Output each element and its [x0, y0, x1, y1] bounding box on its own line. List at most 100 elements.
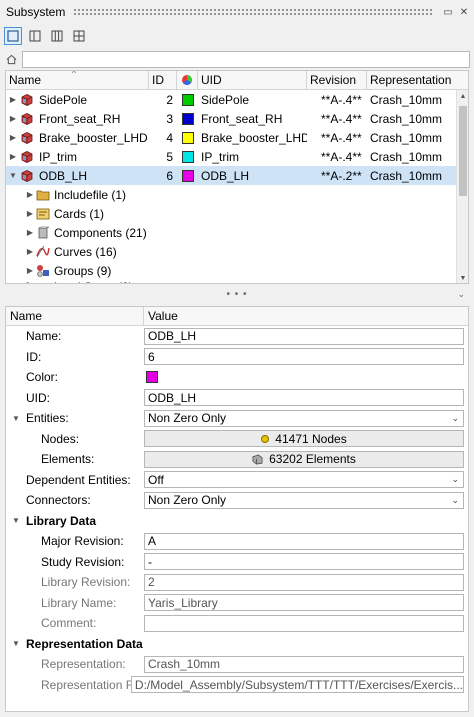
subsystem-icon [20, 169, 34, 183]
home-icon[interactable] [4, 53, 18, 67]
tree-row[interactable]: ▶ IP_trim 5 IP_trim **A-.4** Crash_10mm [6, 147, 468, 166]
split-quad-view-button[interactable] [70, 27, 88, 45]
prop-reprfile-row: Representation Fi... D:/Model_Assembly/S… [6, 675, 468, 696]
splitter-grip-icon[interactable]: • • • [226, 289, 247, 300]
collapse-chevron-icon[interactable]: ⌄ [457, 289, 466, 300]
prop-col-value[interactable]: Value [144, 307, 468, 325]
color-swatch[interactable] [146, 371, 158, 384]
col-color-header[interactable] [177, 71, 198, 89]
panel-drag-grip[interactable] [73, 8, 434, 16]
col-uid-header[interactable]: UID [198, 71, 307, 89]
prop-major-label: Major Revision: [41, 534, 124, 549]
prop-study-label: Study Revision: [41, 554, 125, 569]
expand-arrow-icon[interactable]: ▶ [24, 266, 36, 275]
collapse-entities-icon[interactable]: ▼ [11, 414, 21, 423]
expand-arrow-icon[interactable]: ▶ [8, 114, 18, 123]
tree-child-item[interactable]: ▶ Components (21) [6, 223, 468, 242]
row-uid: ODB_LH [201, 168, 250, 183]
pane-splitter[interactable]: • • • ⌄ [0, 288, 474, 300]
dependent-entities-select[interactable]: Off ⌄ [144, 471, 464, 489]
library-section-title: Library Data [26, 513, 97, 528]
major-revision-field[interactable]: A [144, 532, 464, 550]
col-name-header[interactable]: Name ^ [6, 71, 149, 89]
includefile-icon [36, 188, 50, 201]
single-pane-view-button[interactable] [4, 27, 22, 45]
split-three-view-button[interactable] [48, 27, 66, 45]
row-color-swatch[interactable] [181, 169, 194, 182]
expand-arrow-icon[interactable]: ▶ [8, 152, 18, 161]
prop-repr-label: Representation: [41, 657, 126, 672]
tree-child-item[interactable]: ▶ Groups (9) [6, 261, 468, 280]
collapse-representation-icon[interactable]: ▼ [11, 639, 21, 648]
tree-row[interactable]: ▼ ODB_LH 6 ODB_LH **A-.2** Crash_10mm [6, 166, 468, 185]
expand-arrow-icon[interactable]: ▶ [8, 133, 18, 142]
row-color-swatch[interactable] [181, 131, 194, 144]
connectors-select[interactable]: Non Zero Only ⌄ [144, 491, 464, 509]
row-name: IP_trim [39, 149, 78, 164]
expand-arrow-icon[interactable]: ▶ [24, 280, 36, 283]
nodes-count: 41471 Nodes [275, 431, 347, 446]
prop-color-row: Color: [6, 367, 468, 388]
row-name: ODB_LH [39, 168, 88, 183]
tree-child-label: Curves (16) [54, 244, 117, 259]
row-revision: **A-.4** [321, 149, 362, 164]
row-color-swatch[interactable] [181, 93, 194, 106]
representation-field: Crash_10mm [144, 655, 464, 673]
prop-major-row: Major Revision: A [6, 531, 468, 552]
node-icon [261, 434, 270, 443]
expand-arrow-icon[interactable]: ▶ [24, 228, 36, 237]
tree-child-item[interactable]: ▶ Load Steps (2) [6, 280, 468, 283]
nodes-button[interactable]: 41471 Nodes [144, 430, 464, 448]
scroll-down-icon[interactable]: ▼ [457, 272, 468, 283]
row-color-swatch[interactable] [181, 112, 194, 125]
close-icon[interactable]: ✕ [458, 6, 470, 18]
scroll-up-icon[interactable]: ▲ [457, 90, 468, 102]
representation-data-section[interactable]: ▼ Representation Data [6, 634, 468, 655]
subsystem-icon [20, 93, 34, 107]
row-name: Front_seat_RH [39, 111, 121, 126]
search-input[interactable] [22, 51, 470, 68]
col-id-header[interactable]: ID [149, 71, 177, 89]
panel-titlebar: Subsystem ▭ ✕ [0, 0, 474, 24]
float-icon[interactable]: ▭ [442, 6, 454, 18]
expand-arrow-icon[interactable]: ▶ [24, 209, 36, 218]
expand-arrow-icon[interactable]: ▶ [8, 95, 18, 104]
tree-row[interactable]: ▶ Brake_booster_LHD 4 Brake_booster_LHD **A-… [6, 128, 468, 147]
row-representation: Crash_10mm [370, 149, 443, 164]
expanded-arrow-icon[interactable]: ▼ [8, 171, 18, 180]
id-field[interactable]: 6 [144, 348, 464, 366]
tree-child-item[interactable]: ▶ Curves (16) [6, 242, 468, 261]
tree-child-label: Load Steps (2) [54, 280, 133, 283]
prop-id-label: ID: [26, 349, 42, 364]
expand-arrow-icon[interactable]: ▶ [24, 190, 36, 199]
split-vertical-view-button[interactable] [26, 27, 44, 45]
uid-field[interactable]: ODB_LH [144, 389, 464, 407]
prop-librev-label: Library Revision: [41, 575, 131, 590]
col-representation-header[interactable]: Representation [367, 71, 468, 89]
prop-nodes-row: Nodes: 41471 Nodes [6, 429, 468, 450]
name-field[interactable]: ODB_LH [144, 327, 464, 345]
row-color-swatch[interactable] [181, 150, 194, 163]
expand-arrow-icon[interactable]: ▶ [24, 247, 36, 256]
tree-row[interactable]: ▶ Front_seat_RH 3 Front_seat_RH **A-.4** Cras… [6, 109, 468, 128]
tree-child-item[interactable]: ▶ Cards (1) [6, 204, 468, 223]
tree-scrollbar[interactable]: ▲ ▼ [456, 90, 468, 283]
row-uid: Brake_booster_LHD [201, 130, 307, 145]
collapse-library-icon[interactable]: ▼ [11, 516, 21, 525]
col-name-label: Name [9, 73, 42, 87]
tree-row[interactable]: ▶ SidePole 2 SidePole **A-.4** Crash_10mm [6, 90, 468, 109]
row-id: 6 [166, 168, 173, 183]
tree-child-item[interactable]: ▶ Includefile (1) [6, 185, 468, 204]
col-revision-header[interactable]: Revision [307, 71, 367, 89]
prop-nodes-label: Nodes: [41, 431, 80, 446]
library-data-section[interactable]: ▼ Library Data [6, 511, 468, 532]
entities-select[interactable]: Non Zero Only ⌄ [144, 409, 464, 427]
prop-dependent-row: Dependent Entities: Off ⌄ [6, 470, 468, 491]
study-revision-field[interactable]: - [144, 553, 464, 571]
dependent-select-value: Off [148, 472, 164, 487]
elements-button[interactable]: 63202 Elements [144, 450, 464, 468]
split-quad-icon [73, 30, 85, 42]
scroll-thumb[interactable] [459, 106, 467, 196]
prop-connectors-row: Connectors: Non Zero Only ⌄ [6, 490, 468, 511]
prop-col-name[interactable]: Name [6, 307, 144, 325]
